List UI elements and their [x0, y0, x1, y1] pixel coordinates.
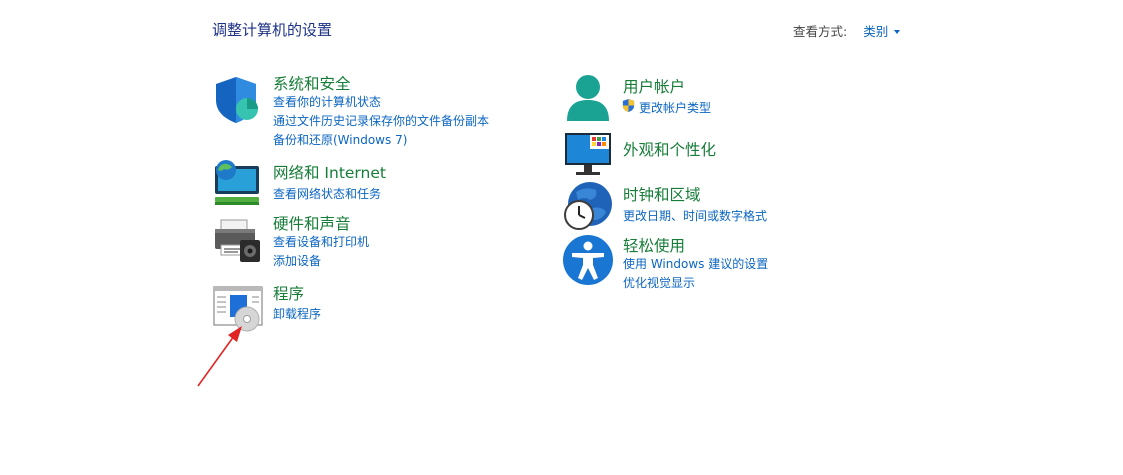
category-ease-of-access-title[interactable]: 轻松使用: [623, 234, 685, 256]
category-programs-title[interactable]: 程序: [273, 282, 304, 304]
page-title: 调整计算机的设置: [212, 21, 333, 39]
category-user-accounts-title[interactable]: 用户帐户: [623, 75, 685, 97]
monitor-icon[interactable]: [562, 130, 614, 182]
link-change-date-time-format[interactable]: 更改日期、时间或数字格式: [623, 207, 767, 224]
category-hardware-sound: 硬件和声音 查看设备和打印机 添加设备: [212, 212, 532, 268]
clock-globe-icon[interactable]: [562, 180, 614, 232]
accessibility-icon[interactable]: [562, 234, 614, 286]
chevron-down-icon: [894, 30, 901, 34]
link-backup-restore-win7[interactable]: 备份和还原(Windows 7): [273, 131, 407, 148]
view-by-dropdown[interactable]: 类别: [863, 24, 901, 39]
link-add-device[interactable]: 添加设备: [273, 252, 321, 269]
link-change-account-type[interactable]: 更改帐户类型: [639, 99, 711, 116]
category-programs: 程序 卸载程序: [212, 282, 532, 332]
category-ease-of-access: 轻松使用 使用 Windows 建议的设置 优化视觉显示: [562, 234, 902, 290]
category-system-security: 系统和安全 查看你的计算机状态 通过文件历史记录保存你的文件备份副本 备份和还原…: [212, 72, 532, 152]
uac-shield-icon: [622, 98, 635, 113]
view-by-selected: 类别: [863, 24, 889, 39]
link-view-computer-status[interactable]: 查看你的计算机状态: [273, 93, 381, 110]
category-appearance-title[interactable]: 外观和个性化: [623, 138, 716, 160]
network-globe-icon[interactable]: [212, 159, 264, 211]
category-hardware-sound-title[interactable]: 硬件和声音: [273, 212, 351, 234]
category-user-accounts: 用户帐户 更改帐户类型: [562, 75, 902, 125]
view-by: 查看方式: 类别: [793, 21, 901, 40]
view-by-label: 查看方式:: [793, 24, 848, 39]
link-view-network-status[interactable]: 查看网络状态和任务: [273, 185, 381, 202]
link-optimize-visual-display[interactable]: 优化视觉显示: [623, 274, 695, 291]
category-clock-region-title[interactable]: 时钟和区域: [623, 183, 701, 205]
shield-icon[interactable]: [212, 74, 264, 126]
category-system-security-title[interactable]: 系统和安全: [273, 72, 351, 94]
link-file-history-backup[interactable]: 通过文件历史记录保存你的文件备份副本: [273, 112, 489, 129]
link-view-devices-printers[interactable]: 查看设备和打印机: [273, 233, 369, 250]
category-network-internet: 网络和 Internet 查看网络状态和任务: [212, 159, 532, 211]
printer-icon[interactable]: [212, 215, 264, 267]
category-clock-region: 时钟和区域 更改日期、时间或数字格式: [562, 180, 902, 233]
control-panel-page: 调整计算机的设置 查看方式: 类别 系统和安全 查看你的计算机状态 通过文件历史…: [0, 0, 1123, 475]
category-network-internet-title[interactable]: 网络和 Internet: [273, 161, 386, 183]
user-icon[interactable]: [562, 73, 614, 125]
link-use-recommended-settings[interactable]: 使用 Windows 建议的设置: [623, 255, 768, 272]
link-uninstall-program[interactable]: 卸载程序: [273, 305, 321, 322]
category-appearance: 外观和个性化: [562, 128, 902, 175]
red-arrow-annotation: [197, 326, 242, 387]
